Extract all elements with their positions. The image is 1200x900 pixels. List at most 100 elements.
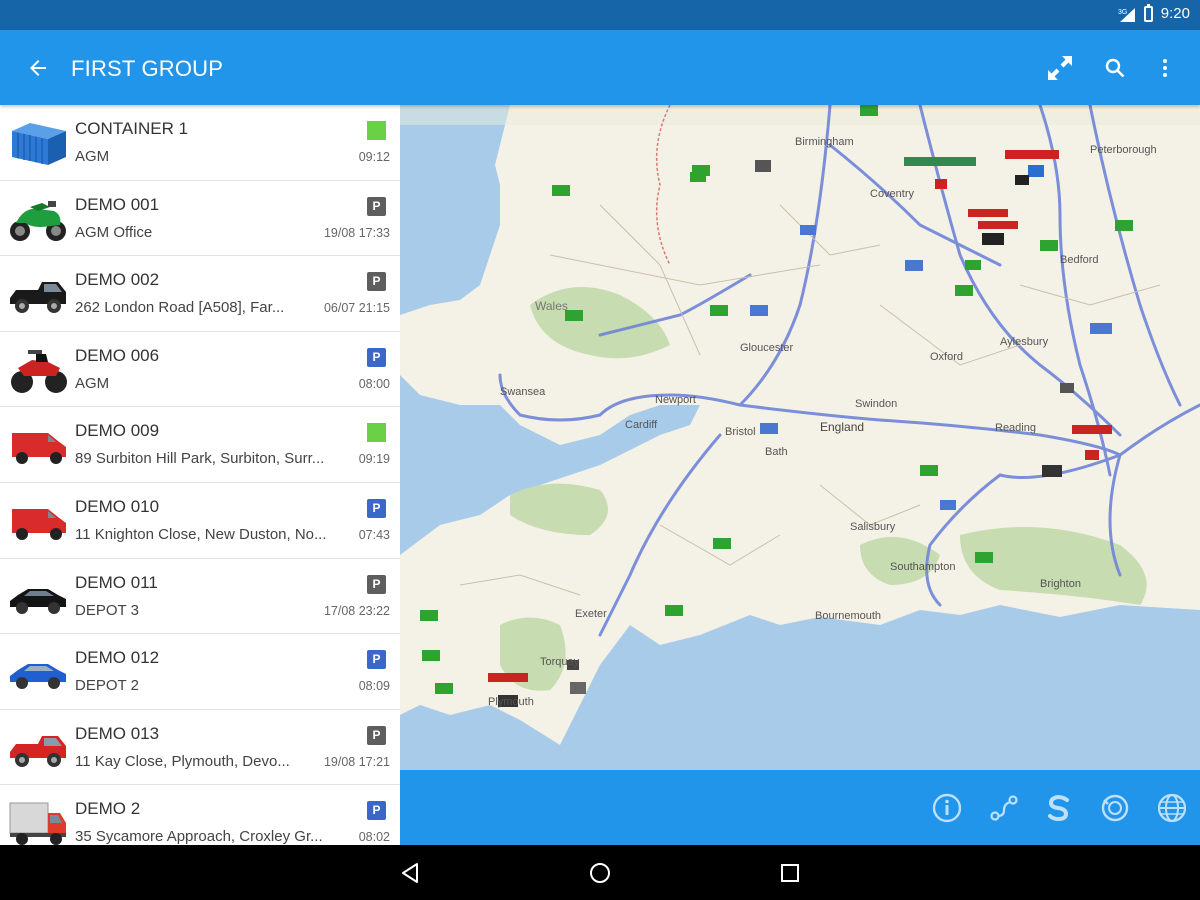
nav-back-icon[interactable] bbox=[396, 859, 424, 887]
map-label: Peterborough bbox=[1090, 144, 1157, 156]
more-vert-icon[interactable] bbox=[1147, 50, 1183, 86]
vehicle-address: 262 London Road [A508], Far... bbox=[75, 299, 285, 317]
vehicle-address: AGM Office bbox=[75, 223, 153, 241]
vehicle-name: DEMO 001 bbox=[75, 194, 160, 214]
map-label: Swindon bbox=[855, 398, 897, 410]
status-badge: P bbox=[367, 574, 386, 594]
map-label: Cardiff bbox=[625, 419, 658, 431]
map-label: Wales bbox=[535, 299, 568, 313]
vehicle-name: CONTAINER 1 bbox=[75, 119, 189, 138]
vehicle-list[interactable]: CONTAINER 1 AGM 09:12 DEMO 001 AGM Offic… bbox=[0, 105, 400, 845]
list-item[interactable]: DEMO 002 262 London Road [A508], Far... … bbox=[0, 256, 400, 332]
list-item[interactable]: DEMO 009 89 Surbiton Hill Park, Surbiton… bbox=[0, 407, 400, 483]
status-badge: P bbox=[367, 650, 386, 670]
map-label: Reading bbox=[995, 422, 1036, 434]
nav-recents-icon[interactable] bbox=[776, 859, 804, 887]
pickup-icon bbox=[8, 268, 68, 320]
status-badge: P bbox=[367, 272, 386, 292]
vehicle-address: 11 Knighton Close, New Duston, No... bbox=[75, 525, 327, 543]
container-icon bbox=[8, 117, 68, 169]
map-label: Oxford bbox=[930, 351, 963, 363]
vehicle-address: AGM bbox=[75, 148, 110, 165]
vehicle-time: 06/07 21:15 bbox=[323, 301, 390, 316]
app-bar: FIRST GROUP bbox=[0, 30, 1200, 105]
motorbike-icon bbox=[8, 193, 68, 245]
vehicle-address: 89 Surbiton Hill Park, Surbiton, Surr... bbox=[75, 450, 325, 468]
map-label: Salisbury bbox=[850, 521, 896, 533]
map-label: Torquay bbox=[540, 656, 580, 668]
map-label: Southampton bbox=[890, 561, 955, 573]
clock: 9:20 bbox=[1160, 5, 1190, 22]
fullscreen-icon[interactable] bbox=[1042, 50, 1078, 86]
vehicle-address: 11 Kay Close, Plymouth, Devo... bbox=[75, 752, 290, 770]
list-item[interactable]: DEMO 001 AGM Office 19/08 17:33 P bbox=[0, 181, 400, 257]
vehicle-time: 17/08 23:22 bbox=[323, 603, 390, 618]
vehicle-address: DEPOT 2 bbox=[75, 677, 139, 695]
vehicle-address: DEPOT 3 bbox=[75, 601, 139, 619]
vehicle-time: 19/08 17:33 bbox=[323, 225, 390, 240]
vehicle-name: DEMO 2 bbox=[75, 799, 141, 819]
map-label: Bedford bbox=[1060, 254, 1099, 266]
status-badge: P bbox=[367, 498, 386, 518]
vehicle-time: 08:09 bbox=[358, 679, 390, 694]
speed-icon[interactable] bbox=[1041, 790, 1077, 826]
arrow-back-icon[interactable] bbox=[22, 52, 54, 84]
map-label: Plymouth bbox=[488, 696, 534, 708]
pickup-icon bbox=[8, 722, 68, 774]
map-label: Bristol bbox=[725, 426, 756, 438]
map-label: Gloucester bbox=[740, 342, 794, 354]
signal-icon: 3G bbox=[1118, 6, 1136, 22]
van-icon bbox=[8, 419, 68, 471]
vehicle-name: DEMO 009 bbox=[75, 421, 160, 441]
status-badge: P bbox=[367, 725, 386, 745]
nav-home-icon[interactable] bbox=[586, 859, 614, 887]
map-label: Birmingham bbox=[795, 136, 854, 148]
map-label: England bbox=[820, 420, 864, 434]
page-title: FIRST GROUP bbox=[71, 56, 224, 81]
info-icon[interactable] bbox=[929, 790, 965, 826]
vehicle-address: AGM bbox=[75, 374, 110, 392]
vehicle-name: DEMO 013 bbox=[75, 723, 160, 743]
vehicle-time: 08:00 bbox=[358, 376, 390, 391]
route-icon[interactable] bbox=[986, 790, 1022, 826]
battery-icon bbox=[1143, 3, 1153, 22]
list-item[interactable]: DEMO 011 DEPOT 3 17/08 23:22 P bbox=[0, 559, 400, 635]
navigation-bar bbox=[0, 845, 1200, 900]
map-label: Aylesbury bbox=[1000, 336, 1049, 348]
vehicle-name: DEMO 002 bbox=[75, 270, 160, 290]
map-label: Bournemouth bbox=[815, 610, 881, 622]
search-icon[interactable] bbox=[1097, 50, 1133, 86]
vehicle-time: 09:12 bbox=[358, 150, 390, 164]
van-icon bbox=[8, 495, 68, 547]
map-label: Bath bbox=[765, 446, 788, 458]
vehicle-name: DEMO 012 bbox=[75, 648, 160, 668]
map-label: Newport bbox=[655, 394, 696, 406]
car-icon bbox=[8, 571, 68, 623]
status-bar: 3G 9:20 bbox=[0, 0, 1200, 30]
car-icon bbox=[8, 646, 68, 698]
svg-text:3G: 3G bbox=[1118, 9, 1127, 16]
list-item[interactable]: DEMO 2 35 Sycamore Approach, Croxley Gr.… bbox=[0, 785, 400, 845]
vehicle-time: 08:02 bbox=[358, 830, 390, 845]
map-label: Exeter bbox=[575, 608, 607, 620]
status-badge bbox=[367, 423, 386, 443]
vehicle-time: 07:43 bbox=[358, 527, 390, 542]
quad-bike-icon bbox=[8, 344, 68, 396]
globe-icon[interactable] bbox=[1154, 790, 1190, 826]
map-label: Swansea bbox=[500, 386, 546, 398]
map-view[interactable]: Wales England Bristol Exeter Plymouth Bo… bbox=[400, 105, 1200, 770]
status-badge: P bbox=[367, 801, 386, 821]
map-label: Brighton bbox=[1040, 578, 1081, 590]
vehicle-address: 35 Sycamore Approach, Croxley Gr... bbox=[75, 828, 323, 845]
list-item[interactable]: DEMO 012 DEPOT 2 08:09 P bbox=[0, 634, 400, 710]
history-icon[interactable] bbox=[1097, 790, 1133, 826]
status-badge: P bbox=[367, 196, 386, 216]
vehicle-name: DEMO 011 bbox=[75, 572, 158, 592]
list-item[interactable]: DEMO 006 AGM 08:00 P bbox=[0, 332, 400, 408]
map-toolbar bbox=[400, 770, 1200, 845]
status-badge bbox=[367, 121, 386, 140]
vehicle-name: DEMO 010 bbox=[75, 496, 160, 516]
list-item[interactable]: CONTAINER 1 AGM 09:12 bbox=[0, 105, 400, 181]
list-item[interactable]: DEMO 010 11 Knighton Close, New Duston, … bbox=[0, 483, 400, 559]
list-item[interactable]: DEMO 013 11 Kay Close, Plymouth, Devo...… bbox=[0, 710, 400, 786]
